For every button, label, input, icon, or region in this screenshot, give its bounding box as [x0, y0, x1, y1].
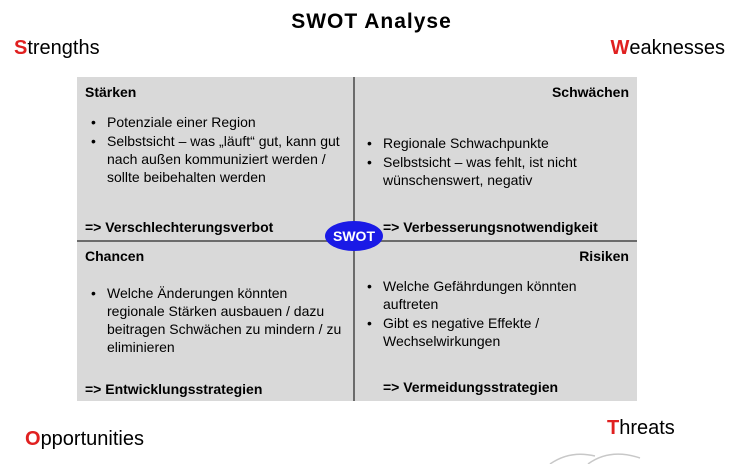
- quadrant-heading: Schwächen: [551, 84, 629, 100]
- quadrant-heading: Chancen: [85, 248, 145, 264]
- corner-label-opportunities: Opportunities: [25, 428, 144, 451]
- corner-rest: eaknesses: [629, 37, 725, 59]
- bullet-item: Regionale Schwachpunkte: [367, 134, 629, 152]
- corner-initial: S: [14, 37, 28, 59]
- corner-initial: W: [610, 37, 630, 59]
- corner-initial: T: [607, 417, 620, 439]
- corner-rest: pportunities: [40, 428, 144, 450]
- quadrant-heading: Risiken: [579, 248, 629, 264]
- bullet-item: Welche Änderungen könnten regionale Stär…: [91, 284, 347, 356]
- bullet-item: Potenziale einer Region: [91, 113, 347, 131]
- quadrant-risiken: Risiken Welche Gefährdungen könnten auft…: [361, 247, 629, 351]
- corner-rest: trengths: [27, 37, 100, 59]
- bullet-list: Potenziale einer Region Selbstsicht – wa…: [85, 113, 347, 186]
- quadrant-footer: => Verschlechterungsverbot: [85, 219, 274, 235]
- decorative-arcs-icon: [549, 453, 641, 464]
- quadrant-heading: Stärken: [85, 84, 137, 100]
- bullet-list: Welche Änderungen könnten regionale Stär…: [85, 284, 347, 356]
- quadrant-footer: => Verbesserungsnotwendigkeit: [383, 219, 598, 235]
- bullet-item: Welche Gefährdungen könnten auftreten: [367, 277, 629, 313]
- swot-grid: Stärken Potenziale einer Region Selbstsi…: [77, 77, 637, 401]
- bullet-item: Selbstsicht – was „läuft“ gut, kann gut …: [91, 132, 347, 186]
- bullet-list: Regionale Schwachpunkte Selbstsicht – wa…: [361, 134, 629, 189]
- corner-initial: O: [25, 428, 41, 450]
- corner-label-threats: Threats: [607, 417, 675, 440]
- bullet-item: Selbstsicht – was fehlt, ist nicht wünsc…: [367, 153, 629, 189]
- corner-label-weaknesses: Weaknesses: [610, 37, 725, 60]
- quadrant-footer: => Entwicklungsstrategien: [85, 381, 263, 397]
- quadrant-staerken: Stärken Potenziale einer Region Selbstsi…: [85, 83, 347, 187]
- quadrant-chancen: Chancen Welche Änderungen könnten region…: [85, 247, 347, 357]
- bullet-list: Welche Gefährdungen könnten auftreten Gi…: [361, 277, 629, 350]
- corner-label-strengths: Strengths: [14, 37, 100, 60]
- swot-center-badge: SWOT: [325, 221, 383, 251]
- quadrant-schwaechen: Schwächen Regionale Schwachpunkte Selbst…: [361, 83, 629, 190]
- quadrant-footer: => Vermeidungsstrategien: [383, 379, 559, 395]
- bullet-item: Gibt es negative Effekte / Wechselwirkun…: [367, 314, 629, 350]
- page-title: SWOT Analyse: [291, 10, 452, 33]
- corner-rest: hreats: [619, 417, 675, 439]
